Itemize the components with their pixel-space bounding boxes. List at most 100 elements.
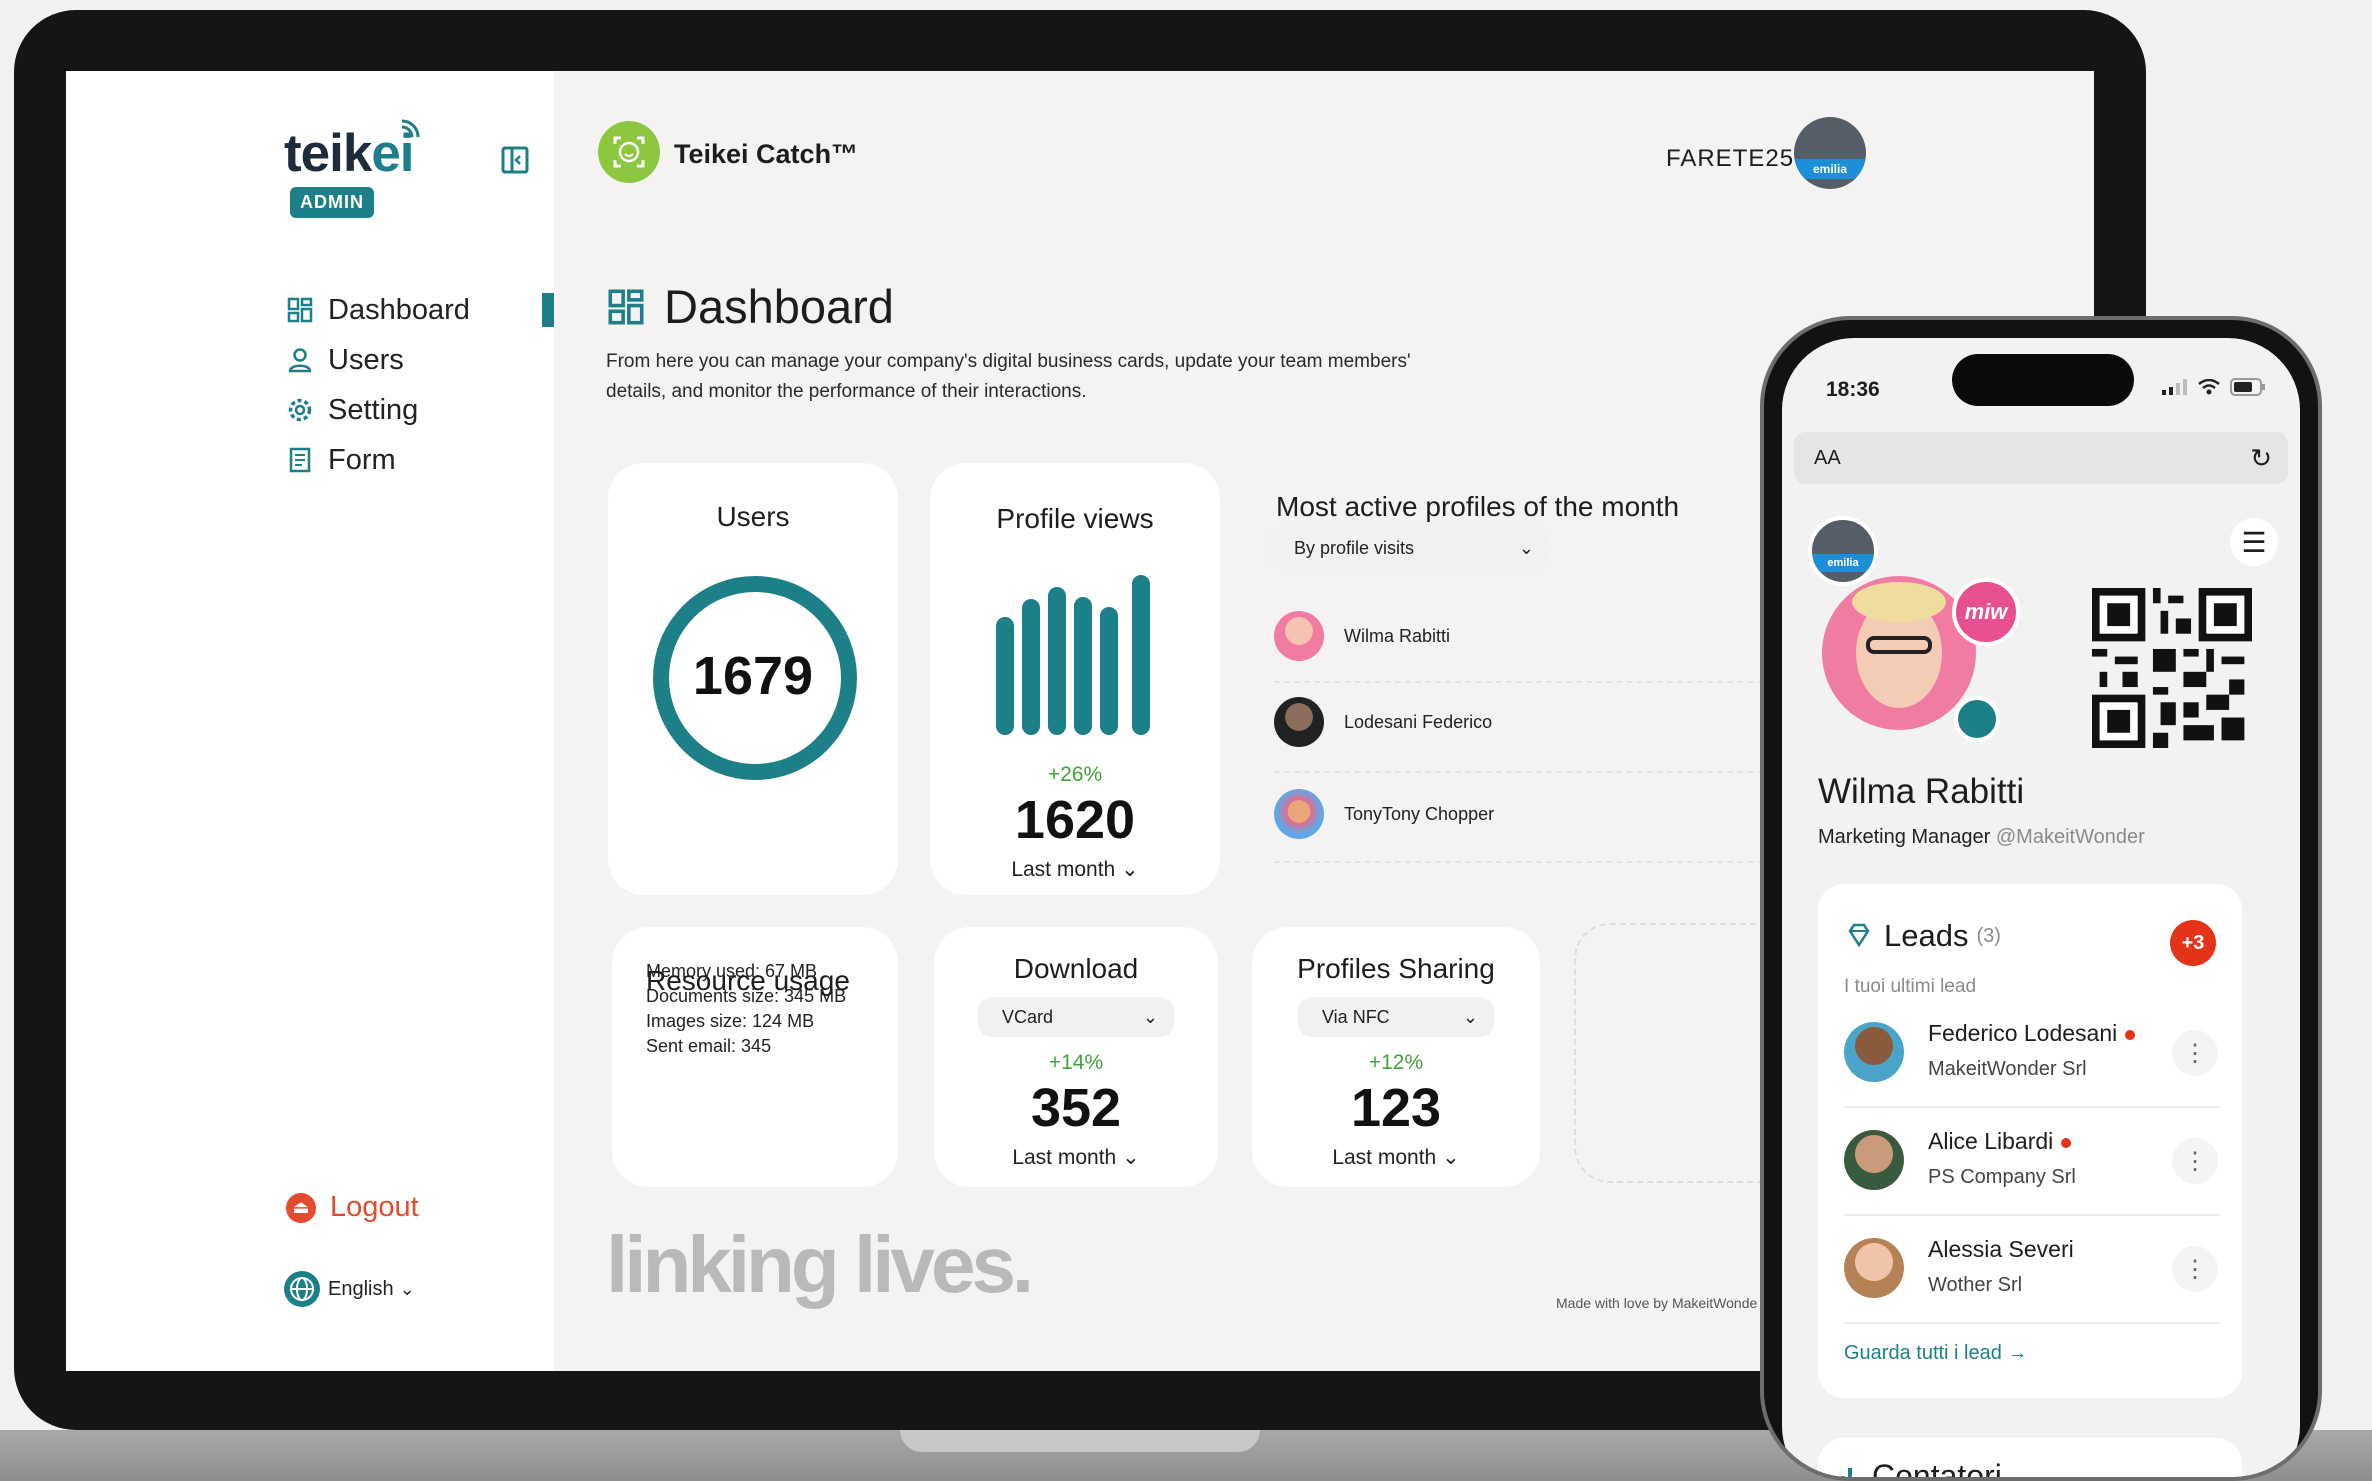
leads-card: Leads (3) +3 I tuoi ultimi lead Federico… (1818, 884, 2242, 1398)
sync-icon[interactable] (1954, 696, 2000, 742)
company-logo-text: emilia (1794, 159, 1866, 179)
user-icon (288, 348, 312, 373)
company-avatar[interactable]: emilia (1794, 117, 1866, 189)
active-profile-row[interactable]: TonyTony Chopper (1274, 789, 1834, 839)
logo-text: teik (284, 124, 372, 183)
chevron-down-icon: ⌄ (1442, 1146, 1460, 1169)
period-label: Last month (1012, 1146, 1117, 1169)
language-selector[interactable]: English ⌄ (284, 1271, 415, 1307)
app-logo[interactable] (598, 121, 660, 183)
active-profile-row[interactable]: Wilma Rabitti (1274, 611, 1834, 661)
users-count: 1679 (692, 646, 814, 706)
page-description: From here you can manage your company's … (606, 351, 1411, 402)
leads-title-text: Leads (1884, 918, 1969, 953)
profile-photo (1822, 576, 1976, 730)
filter-label: VCard (1002, 1006, 1054, 1027)
sharing-change: +12% (1368, 1051, 1424, 1074)
counters-title: Contatori (1838, 1458, 2002, 1477)
divider (1274, 771, 1834, 773)
signal-icon (2162, 379, 2187, 395)
chevron-down-icon: ⌄ (1121, 858, 1139, 881)
profile-views-bars (996, 575, 1150, 735)
unread-dot (2061, 1137, 2072, 1148)
hair-shape (1852, 582, 1946, 622)
avatar (1274, 789, 1324, 839)
download-count: 352 (1030, 1078, 1122, 1138)
sidebar-item-form[interactable]: Form (286, 435, 470, 485)
download-filter[interactable]: VCard ⌄ (978, 997, 1174, 1037)
lead-company: MakeitWonder Srl (1928, 1058, 2087, 1080)
glasses-shape (1866, 636, 1932, 654)
globe-icon (284, 1271, 320, 1307)
reload-icon[interactable]: ↻ (2250, 443, 2272, 474)
page-title: Dashboard (606, 279, 894, 334)
status-icons (2162, 378, 2266, 396)
resource-line: Memory used: 67 MB (646, 961, 818, 981)
profile-name: Lodesani Federico (1344, 711, 1493, 732)
reader-text-size-button[interactable]: AA (1814, 447, 1841, 470)
battery-icon (2230, 378, 2265, 396)
more-options-icon[interactable]: ⋮ (2172, 1138, 2218, 1184)
sidebar-item-label: Form (328, 443, 396, 476)
sidebar-item-users[interactable]: Users (286, 335, 470, 385)
more-options-icon[interactable]: ⋮ (2172, 1246, 2218, 1292)
active-profiles-title: Most active profiles of the month (1276, 491, 1680, 522)
active-profile-row[interactable]: Lodesani Federico (1274, 697, 1834, 747)
sharing-count: 123 (1350, 1078, 1442, 1138)
sidebar-collapse-icon[interactable] (500, 145, 530, 175)
view-all-leads-link[interactable]: Guarda tutti i lead → (1844, 1342, 2027, 1365)
users-card[interactable]: Users 1679 (608, 463, 898, 895)
divider (1274, 861, 1834, 863)
active-profiles-filter[interactable]: By profile visits ⌄ (1270, 527, 1550, 569)
resource-line: Documents size: 345 MB (646, 986, 847, 1006)
phone-screen: 18:36 AA ↻ emilia ☰ miw Wilma Rabitti Ma… (1782, 338, 2300, 1477)
company-code: FARETE25 (1666, 145, 1795, 172)
leads-subtitle: I tuoi ultimi lead (1844, 976, 1977, 997)
profile-role: Marketing Manager @MakeitWonder (1818, 826, 2145, 849)
more-options-icon[interactable]: ⋮ (2172, 1030, 2218, 1076)
profiles-sharing-card[interactable]: Profiles Sharing Via NFC ⌄ +12% 123 Last… (1252, 927, 1540, 1187)
sidebar-item-setting[interactable]: Setting (286, 385, 470, 435)
avatar (1844, 1238, 1904, 1298)
avatar (1844, 1022, 1904, 1082)
lead-name-text: Alice Libardi (1928, 1128, 2054, 1154)
language-label: English (328, 1277, 394, 1300)
smile-scan-icon (613, 136, 645, 168)
qr-code[interactable] (2092, 588, 2252, 748)
counters-card: Contatori (1818, 1438, 2242, 1477)
sidebar: teikei ADMIN Dashboard Users Setting For… (66, 71, 554, 1371)
profile-views-change: +26% (1047, 763, 1103, 786)
filter-label: Via NFC (1322, 1006, 1390, 1027)
dashboard-icon (287, 297, 313, 323)
profile-views-period[interactable]: Last month ⌄ (930, 857, 1220, 882)
profile-views-card[interactable]: Profile views +26% 1620 Last month ⌄ (930, 463, 1220, 895)
logout-button[interactable]: ⏏ Logout (286, 1191, 419, 1224)
sidebar-nav: Dashboard Users Setting Form (286, 285, 470, 485)
lead-item[interactable]: Federico Lodesani MakeitWonder Srl ⋮ (1844, 1000, 2220, 1108)
tagline: linking lives. (606, 1220, 1034, 1309)
download-card[interactable]: Download VCard ⌄ +14% 352 Last month ⌄ (934, 927, 1218, 1187)
company-handle[interactable]: @MakeitWonder (1996, 826, 2145, 848)
hamburger-menu-icon[interactable]: ☰ (2230, 518, 2278, 566)
leads-title: Leads (3) (1844, 918, 2001, 954)
sharing-period[interactable]: Last month ⌄ (1252, 1145, 1540, 1170)
lead-item[interactable]: Alessia Severi Wother Srl ⋮ (1844, 1216, 2220, 1324)
nav-active-indicator (542, 293, 554, 327)
lead-item[interactable]: Alice Libardi PS Company Srl ⋮ (1844, 1108, 2220, 1216)
sidebar-item-label: Setting (328, 393, 419, 426)
teikei-logo[interactable]: teikei (284, 123, 415, 184)
leads-count: (3) (1976, 924, 2001, 947)
browser-address-bar[interactable]: AA ↻ (1794, 432, 2288, 484)
download-period[interactable]: Last month ⌄ (934, 1145, 1218, 1170)
chevron-down-icon: ⌄ (1518, 537, 1534, 558)
users-card-title: Users (716, 501, 790, 532)
sidebar-item-dashboard[interactable]: Dashboard (286, 285, 470, 335)
brand-badge: miw (1952, 578, 2020, 646)
profile-views-title: Profile views (996, 503, 1154, 534)
chevron-down-icon: ⌄ (1462, 1006, 1478, 1027)
company-avatar[interactable]: emilia (1808, 516, 1878, 586)
lead-name: Alice Libardi (1928, 1128, 2072, 1155)
profile-views-count: 1620 (1014, 790, 1136, 850)
sharing-filter[interactable]: Via NFC ⌄ (1298, 997, 1494, 1037)
lead-company: Wother Srl (1928, 1274, 2023, 1296)
